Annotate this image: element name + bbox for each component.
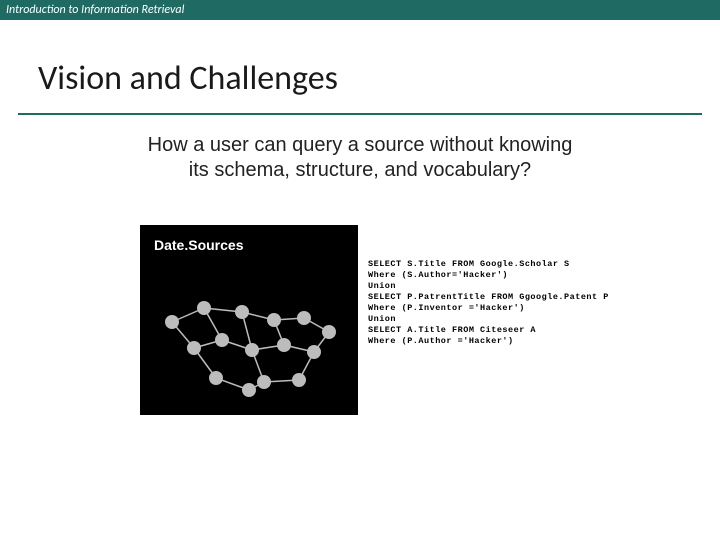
data-sources-label: Date.Sources bbox=[154, 237, 344, 253]
sql-query-block: SELECT S.Title FROM Google.Scholar S Whe… bbox=[368, 259, 609, 415]
title-underline bbox=[18, 113, 702, 115]
content-row: Date.Sources bbox=[0, 225, 720, 415]
sql-line: Where (S.Author='Hacker') bbox=[368, 270, 508, 280]
sql-line: SELECT P.PatrentTitle FROM Ggoogle.Paten… bbox=[368, 292, 609, 302]
sql-line: Where (P.Inventor ='Hacker') bbox=[368, 303, 525, 313]
data-sources-box: Date.Sources bbox=[140, 225, 358, 415]
header-bar: Introduction to Information Retrieval bbox=[0, 0, 720, 20]
graph-network-icon bbox=[154, 290, 344, 405]
title-area: Vision and Challenges bbox=[0, 20, 720, 107]
sql-line: SELECT S.Title FROM Google.Scholar S bbox=[368, 259, 570, 269]
sql-line: Where (P.Author ='Hacker') bbox=[368, 336, 514, 346]
question-line-1: How a user can query a source without kn… bbox=[148, 134, 573, 156]
sql-line: Union bbox=[368, 281, 396, 291]
sql-line: Union bbox=[368, 314, 396, 324]
slide-question: How a user can query a source without kn… bbox=[40, 133, 680, 183]
question-line-2: its schema, structure, and vocabulary? bbox=[189, 159, 531, 181]
sql-line: SELECT A.Title FROM Citeseer A bbox=[368, 325, 536, 335]
slide-title: Vision and Challenges bbox=[38, 58, 720, 99]
header-course-title: Introduction to Information Retrieval bbox=[6, 3, 184, 17]
